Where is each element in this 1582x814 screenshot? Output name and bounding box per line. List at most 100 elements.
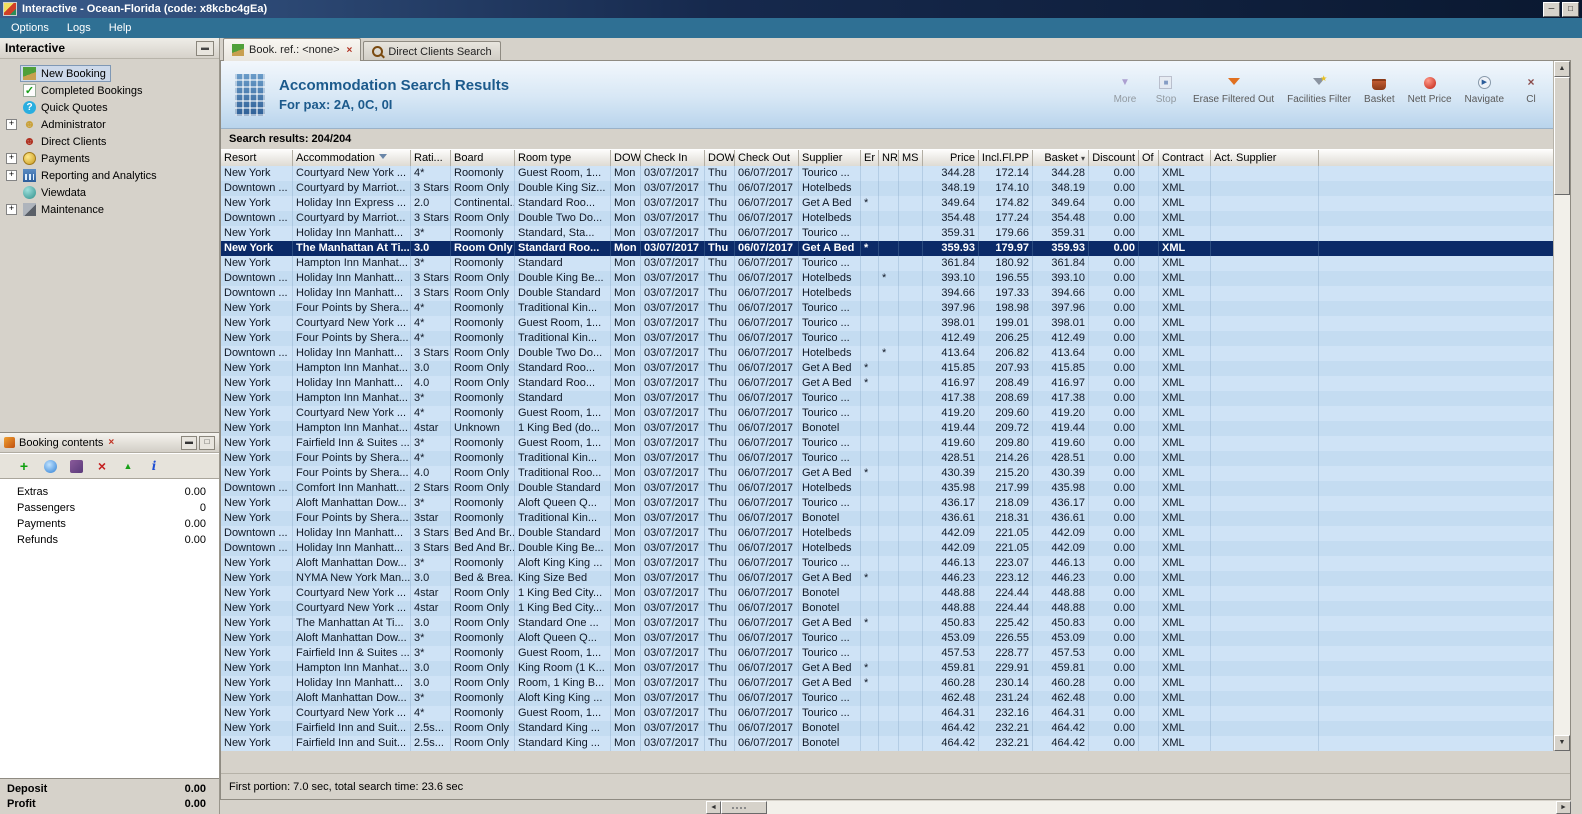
table-row[interactable]: New York Holiday Inn Express ... 2.0 Contin…: [221, 196, 1553, 211]
column-header-resort[interactable]: Resort: [221, 150, 293, 167]
expand-icon[interactable]: +: [6, 119, 17, 130]
vertical-scroll-thumb[interactable]: [1554, 77, 1570, 195]
table-row[interactable]: New York Four Points by Shera... 4* Roomonl…: [221, 301, 1553, 316]
table-row[interactable]: New York The Manhattan At Ti... 3.0 Room On…: [221, 616, 1553, 631]
table-row[interactable]: New York Hampton Inn Manhat... 3* Roomonly S…: [221, 391, 1553, 406]
menu-options[interactable]: Options: [2, 19, 58, 37]
table-row[interactable]: Downtown ... Holiday Inn Manhatt... 3 Star…: [221, 346, 1553, 361]
minimize-button[interactable]: ─: [1543, 1, 1560, 17]
sidebar-item-new-booking[interactable]: New Booking: [0, 65, 219, 82]
table-row[interactable]: Downtown ... Courtyard by Marriot... 3 Sta…: [221, 181, 1553, 196]
scroll-left-icon[interactable]: ◄: [706, 801, 721, 814]
column-header-ms[interactable]: MS: [899, 150, 923, 167]
info-button[interactable]: [146, 458, 162, 474]
menu-help[interactable]: Help: [100, 19, 141, 37]
close-booking-contents-button[interactable]: ×: [108, 437, 114, 448]
sidebar-item-maintenance[interactable]: + Maintenance: [0, 201, 219, 218]
maximize-button[interactable]: □: [1562, 1, 1579, 17]
table-row[interactable]: New York Courtyard New York ... 4* Roomonly…: [221, 706, 1553, 721]
column-header-contract[interactable]: Contract: [1159, 150, 1211, 167]
nett-price-button[interactable]: Nett Price: [1408, 75, 1452, 105]
sidebar-item-viewdata[interactable]: Viewdata: [0, 184, 219, 201]
navigate-button[interactable]: Navigate: [1465, 75, 1504, 105]
float-button[interactable]: □: [199, 435, 215, 450]
add-button[interactable]: [16, 458, 32, 474]
column-header-basket[interactable]: Basket ▾: [1033, 150, 1089, 167]
sidebar-item-direct-clients[interactable]: Direct Clients: [0, 133, 219, 150]
expand-icon[interactable]: +: [6, 153, 17, 164]
column-header-nr[interactable]: NR: [879, 150, 899, 167]
scroll-up-icon[interactable]: ▲: [1554, 61, 1570, 77]
table-row[interactable]: Downtown ... Holiday Inn Manhatt... 3 Star…: [221, 286, 1553, 301]
cart-button[interactable]: [68, 458, 84, 474]
table-row[interactable]: New York Aloft Manhattan Dow... 3* Roomonly…: [221, 631, 1553, 646]
horizontal-scrollbar[interactable]: ◄ ►: [706, 801, 1571, 814]
vertical-scrollbar[interactable]: ▲ ▼: [1553, 61, 1570, 751]
sidebar-item-payments[interactable]: + Payments: [0, 150, 219, 167]
erase-filtered-out-button[interactable]: Erase Filtered Out: [1193, 75, 1274, 105]
sidebar-item-completed-bookings[interactable]: Completed Bookings: [0, 82, 219, 99]
column-header-act_supplier[interactable]: Act. Supplier: [1211, 150, 1319, 167]
column-header-supplier[interactable]: Supplier: [799, 150, 861, 167]
table-row[interactable]: New York The Manhattan At Ti... 3.0 Room On…: [221, 241, 1553, 256]
cl-button[interactable]: Cl: [1517, 75, 1545, 105]
filter-icon[interactable]: [378, 153, 387, 163]
sidebar-item-reporting-and-analytics[interactable]: + Reporting and Analytics: [0, 167, 219, 184]
close-tab-icon[interactable]: ×: [347, 45, 353, 56]
table-row[interactable]: New York Aloft Manhattan Dow... 3* Roomonly…: [221, 556, 1553, 571]
table-row[interactable]: New York Holiday Inn Manhatt... 3.0 Room On…: [221, 676, 1553, 691]
sidebar-item-administrator[interactable]: +Administrator: [0, 116, 219, 133]
export-button[interactable]: [120, 458, 136, 474]
column-header-discount[interactable]: Discount: [1089, 150, 1139, 167]
column-header-dow_out[interactable]: DOW: [705, 150, 735, 167]
table-row[interactable]: New York Courtyard New York ... 4* Roomonly…: [221, 316, 1553, 331]
table-row[interactable]: New York Holiday Inn Manhatt... 3* Roomonly…: [221, 226, 1553, 241]
basket-button[interactable]: Basket: [1364, 75, 1395, 105]
delete-button[interactable]: [94, 458, 110, 474]
table-row[interactable]: New York Four Points by Shera... 4* Roomonl…: [221, 451, 1553, 466]
column-header-check_in[interactable]: Check In: [641, 150, 705, 167]
column-header-rating[interactable]: Rati...: [411, 150, 451, 167]
history-button[interactable]: [42, 458, 58, 474]
table-row[interactable]: New York Four Points by Shera... 3star Room…: [221, 511, 1553, 526]
column-header-check_out[interactable]: Check Out: [735, 150, 799, 167]
horizontal-scroll-thumb[interactable]: [721, 801, 767, 814]
table-row[interactable]: New York Aloft Manhattan Dow... 3* Roomonly…: [221, 496, 1553, 511]
scroll-down-icon[interactable]: ▼: [1554, 735, 1570, 751]
table-row[interactable]: New York Hampton Inn Manhat... 4star Unknow…: [221, 421, 1553, 436]
table-row[interactable]: New York Fairfield Inn & Suites ... 3* Room…: [221, 646, 1553, 661]
column-header-incl[interactable]: Incl.Fl.PP: [979, 150, 1033, 167]
table-row[interactable]: New York Courtyard New York ... 4star Room …: [221, 586, 1553, 601]
table-row[interactable]: Downtown ... Comfort Inn Manhatt... 2 Star…: [221, 481, 1553, 496]
table-row[interactable]: New York Courtyard New York ... 4star Room …: [221, 601, 1553, 616]
table-row[interactable]: New York Aloft Manhattan Dow... 3* Roomonly…: [221, 691, 1553, 706]
facilities-filter-button[interactable]: Facilities Filter: [1287, 74, 1351, 106]
table-row[interactable]: Downtown ... Holiday Inn Manhatt... 3 Star…: [221, 526, 1553, 541]
table-row[interactable]: New York Fairfield Inn and Suit... 2.5s...…: [221, 736, 1553, 751]
column-header-room_type[interactable]: Room type: [515, 150, 611, 167]
tab-direct-clients-search[interactable]: Direct Clients Search: [363, 41, 501, 61]
dock-button[interactable]: ▬: [181, 435, 197, 450]
table-row[interactable]: New York Four Points by Shera... 4.0 Room O…: [221, 466, 1553, 481]
table-row[interactable]: New York Fairfield Inn and Suit... 2.5s...…: [221, 721, 1553, 736]
table-row[interactable]: New York NYMA New York Man... 3.0 Bed & Bre…: [221, 571, 1553, 586]
table-row[interactable]: Downtown ... Courtyard by Marriot... 3 Sta…: [221, 211, 1553, 226]
expand-icon[interactable]: +: [6, 170, 17, 181]
table-row[interactable]: New York Four Points by Shera... 4* Roomonl…: [221, 331, 1553, 346]
column-header-accommodation[interactable]: Accommodation: [293, 150, 411, 167]
column-header-er[interactable]: Er: [861, 150, 879, 167]
menu-logs[interactable]: Logs: [58, 19, 100, 37]
column-header-dow_in[interactable]: DOW: [611, 150, 641, 167]
tab-book-ref[interactable]: Book. ref.: <none> ×: [223, 38, 362, 61]
column-header-board[interactable]: Board: [451, 150, 515, 167]
table-row[interactable]: New York Holiday Inn Manhatt... 4.0 Room On…: [221, 376, 1553, 391]
table-row[interactable]: Downtown ... Holiday Inn Manhatt... 3 Star…: [221, 541, 1553, 556]
table-row[interactable]: New York Hampton Inn Manhat... 3.0 Room Onl…: [221, 661, 1553, 676]
expand-icon[interactable]: +: [6, 204, 17, 215]
collapse-panel-button[interactable]: ▬: [196, 40, 214, 56]
column-header-price[interactable]: Price: [923, 150, 979, 167]
table-row[interactable]: New York Hampton Inn Manhat... 3.0 Room Onl…: [221, 361, 1553, 376]
table-row[interactable]: Downtown ... Holiday Inn Manhatt... 3 Star…: [221, 271, 1553, 286]
sidebar-item-quick-quotes[interactable]: Quick Quotes: [0, 99, 219, 116]
table-row[interactable]: New York Courtyard New York ... 4* Roomonly…: [221, 166, 1553, 181]
